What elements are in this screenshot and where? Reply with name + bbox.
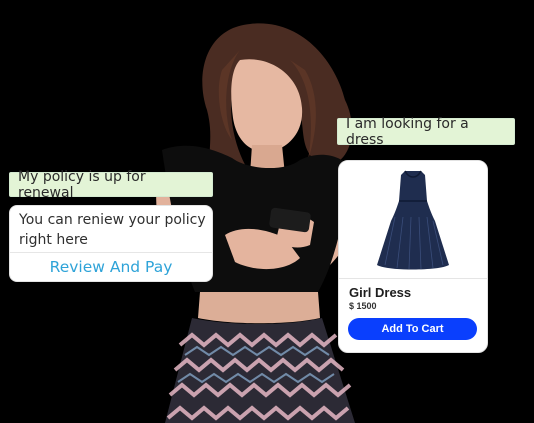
- dress-icon: [339, 161, 487, 278]
- review-and-pay-button[interactable]: Review And Pay: [10, 255, 212, 280]
- add-to-cart-button[interactable]: Add To Cart: [348, 318, 477, 340]
- user-message-dress: I am looking for a dress: [337, 115, 515, 148]
- bot-reply-card: You can reniew your policy right here Re…: [9, 205, 213, 282]
- reply-divider: [10, 252, 212, 253]
- product-card: Girl Dress $ 1500 Add To Cart: [338, 160, 488, 353]
- user-message-dress-text: I am looking for a dress: [346, 115, 469, 148]
- bot-reply-text: You can reniew your policy right here: [19, 212, 206, 248]
- product-divider: [339, 278, 487, 279]
- user-message-policy-text: My policy is up for renewal: [18, 168, 146, 201]
- product-name: Girl Dress: [349, 285, 412, 300]
- product-price: $ 1500: [349, 301, 377, 311]
- user-message-policy: My policy is up for renewal: [9, 169, 213, 201]
